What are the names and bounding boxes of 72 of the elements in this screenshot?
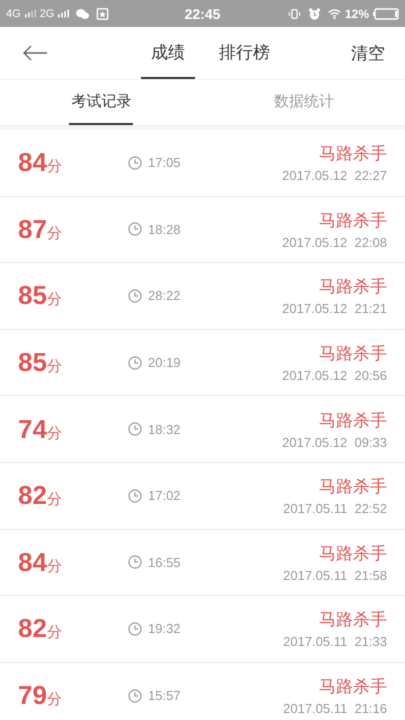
user-name: 马路杀手 — [319, 410, 387, 432]
user-name: 马路杀手 — [319, 143, 387, 166]
duration-text: 28:22 — [148, 288, 181, 304]
clock-icon — [128, 422, 142, 436]
user-name: 马路杀手 — [319, 476, 387, 498]
signal-icon — [58, 9, 70, 18]
score-text: 87分 — [18, 214, 63, 245]
duration-text: 17:05 — [148, 155, 181, 170]
app-icon — [96, 8, 110, 20]
record-row[interactable]: 87分 18:28 马路杀手 2017.05.12 22:08 — [0, 196, 405, 264]
score-text: 82分 — [18, 480, 63, 512]
user-name: 马路杀手 — [319, 210, 387, 232]
duration-text: 19:32 — [148, 621, 181, 636]
date-time: 2017.05.11 21:33 — [283, 634, 387, 650]
duration-text: 18:32 — [148, 422, 181, 437]
battery-icon — [373, 8, 399, 20]
sub-tab[interactable]: 数据统计 — [272, 80, 336, 125]
record-row[interactable]: 84分 16:55 马路杀手 2017.05.11 21:58 — [0, 530, 405, 596]
date-time: 2017.05.12 22:27 — [282, 168, 387, 184]
user-name: 马路杀手 — [319, 343, 387, 366]
tab[interactable]: 排行榜 — [209, 27, 280, 79]
record-row[interactable]: 85分 20:19 马路杀手 2017.05.12 20:56 — [0, 330, 405, 396]
score-text: 85分 — [18, 347, 63, 378]
score-text: 74分 — [18, 414, 63, 445]
chat-icon — [76, 8, 90, 20]
back-arrow-icon — [22, 45, 48, 61]
clock-icon — [128, 288, 142, 303]
record-row[interactable]: 84分 17:05 马路杀手 2017.05.12 22:27 — [0, 130, 405, 197]
score-text: 84分 — [18, 546, 63, 578]
clock-time: 22:45 — [184, 6, 220, 22]
date-time: 2017.05.11 22:52 — [283, 501, 387, 516]
score-text: 84分 — [18, 147, 63, 178]
date-time: 2017.05.12 21:21 — [282, 301, 387, 316]
score-text: 79分 — [18, 680, 63, 712]
clock-icon — [128, 488, 142, 503]
clock-icon — [128, 688, 142, 703]
alarm-icon — [308, 8, 321, 20]
duration-text: 18:28 — [148, 222, 181, 237]
signal-icon — [24, 9, 36, 18]
clock-icon — [128, 555, 142, 570]
user-name: 马路杀手 — [319, 676, 387, 698]
record-row[interactable]: 82分 17:02 马路杀手 2017.05.11 22:52 — [0, 462, 405, 530]
date-time: 2017.05.12 22:08 — [282, 234, 387, 250]
record-row[interactable]: 79分 15:57 马路杀手 2017.05.11 21:16 — [0, 662, 405, 720]
clock-icon — [128, 356, 142, 370]
record-row[interactable]: 85分 28:22 马路杀手 2017.05.12 21:21 — [0, 263, 405, 330]
score-text: 85分 — [18, 280, 63, 312]
clock-icon — [128, 222, 142, 236]
clear-button[interactable]: 清空 — [331, 27, 405, 79]
battery-percent: 12% — [344, 6, 369, 20]
duration-text: 17:02 — [148, 488, 181, 504]
record-row[interactable]: 74分 18:32 马路杀手 2017.05.12 09:33 — [0, 396, 405, 463]
record-row[interactable]: 82分 19:32 马路杀手 2017.05.11 21:33 — [0, 596, 405, 663]
wifi-icon — [328, 8, 341, 20]
network-label: 4G — [6, 8, 21, 20]
network-label: 2G — [40, 8, 54, 20]
tab[interactable]: 成绩 — [141, 27, 195, 79]
user-name: 马路杀手 — [319, 609, 387, 632]
sub-tab[interactable]: 考试记录 — [69, 80, 134, 125]
date-time: 2017.05.12 09:33 — [282, 434, 387, 450]
date-time: 2017.05.11 21:58 — [283, 568, 387, 583]
date-time: 2017.05.11 21:16 — [283, 701, 387, 716]
duration-text: 15:57 — [148, 688, 181, 704]
duration-text: 16:55 — [148, 554, 181, 570]
clock-icon — [128, 622, 142, 636]
score-text: 82分 — [18, 613, 63, 644]
vibrate-icon — [288, 8, 301, 20]
user-name: 马路杀手 — [319, 276, 387, 298]
date-time: 2017.05.12 20:56 — [282, 368, 387, 384]
user-name: 马路杀手 — [319, 542, 387, 565]
clock-icon — [128, 156, 142, 170]
duration-text: 20:19 — [148, 355, 181, 370]
